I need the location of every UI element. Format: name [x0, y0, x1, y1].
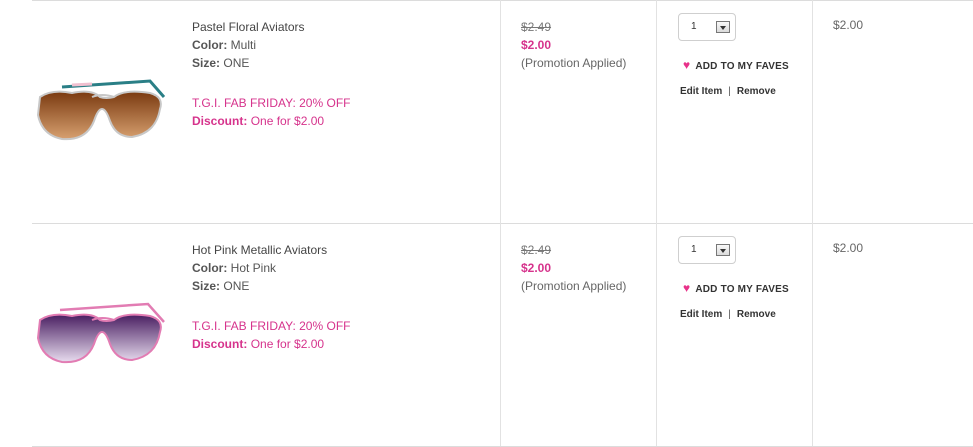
color-label: Color: [192, 38, 228, 52]
product-details: Pastel Floral Aviators Color: Multi Size… [192, 18, 492, 130]
quantity-value: 1 [691, 244, 697, 255]
product-image[interactable] [32, 75, 172, 155]
product-details: Hot Pink Metallic Aviators Color: Hot Pi… [192, 241, 492, 353]
color-value: Hot Pink [230, 261, 277, 275]
discount-label: Discount: [192, 114, 248, 128]
column-divider [500, 223, 501, 446]
sale-price: $2.00 [521, 38, 552, 52]
edit-item-link[interactable]: Edit Item [680, 309, 722, 320]
action-separator: | [728, 86, 731, 97]
price-cell: $2.49 $2.00 (Promotion Applied) [521, 241, 626, 295]
add-to-faves-button[interactable]: ♥ ADD TO MY FAVES [683, 58, 789, 72]
size-value: ONE [223, 279, 250, 293]
sunglasses-icon [36, 302, 165, 364]
chevron-down-icon[interactable] [716, 244, 730, 256]
item-actions: Edit Item | Remove [680, 309, 776, 320]
cart-row: Hot Pink Metallic Aviators Color: Hot Pi… [0, 223, 973, 446]
discount-label: Discount: [192, 337, 248, 351]
chevron-down-icon[interactable] [716, 21, 730, 33]
product-image[interactable] [32, 298, 172, 378]
remove-link[interactable]: Remove [737, 86, 776, 97]
column-divider [656, 223, 657, 446]
column-divider [656, 0, 657, 223]
sunglasses-icon [36, 79, 166, 141]
discount-value: One for $2.00 [250, 337, 325, 351]
quantity-select[interactable]: 1 [678, 13, 736, 41]
original-price: $2.49 [521, 243, 552, 257]
sale-price: $2.00 [521, 261, 552, 275]
promo-title: T.G.I. FAB FRIDAY: 20% OFF [192, 319, 351, 333]
product-name[interactable]: Hot Pink Metallic Aviators [192, 241, 492, 259]
size-label: Size: [192, 56, 221, 70]
add-to-faves-button[interactable]: ♥ ADD TO MY FAVES [683, 281, 789, 295]
quantity-select[interactable]: 1 [678, 236, 736, 264]
product-color: Color: Hot Pink [192, 259, 492, 277]
column-divider [812, 0, 813, 223]
discount-value: One for $2.00 [250, 114, 325, 128]
product-size: Size: ONE [192, 277, 492, 295]
action-separator: | [728, 309, 731, 320]
heart-icon: ♥ [683, 281, 691, 295]
discount-line: Discount: One for $2.00 [192, 335, 492, 353]
promo-title: T.G.I. FAB FRIDAY: 20% OFF [192, 96, 351, 110]
faves-label: ADD TO MY FAVES [695, 284, 789, 295]
cart-row: Pastel Floral Aviators Color: Multi Size… [0, 0, 973, 223]
column-divider [812, 223, 813, 446]
edit-item-link[interactable]: Edit Item [680, 86, 722, 97]
remove-link[interactable]: Remove [737, 309, 776, 320]
color-label: Color: [192, 261, 228, 275]
item-total: $2.00 [833, 18, 864, 32]
product-color: Color: Multi [192, 36, 492, 54]
size-value: ONE [223, 56, 250, 70]
price-note: (Promotion Applied) [521, 279, 627, 293]
discount-line: Discount: One for $2.00 [192, 112, 492, 130]
product-size: Size: ONE [192, 54, 492, 72]
faves-label: ADD TO MY FAVES [695, 61, 789, 72]
price-note: (Promotion Applied) [521, 56, 627, 70]
heart-icon: ♥ [683, 58, 691, 72]
quantity-value: 1 [691, 21, 697, 32]
column-divider [500, 0, 501, 223]
item-actions: Edit Item | Remove [680, 86, 776, 97]
price-cell: $2.49 $2.00 (Promotion Applied) [521, 18, 626, 72]
product-name[interactable]: Pastel Floral Aviators [192, 18, 492, 36]
original-price: $2.49 [521, 20, 552, 34]
item-total: $2.00 [833, 241, 864, 255]
color-value: Multi [230, 38, 257, 52]
size-label: Size: [192, 279, 221, 293]
